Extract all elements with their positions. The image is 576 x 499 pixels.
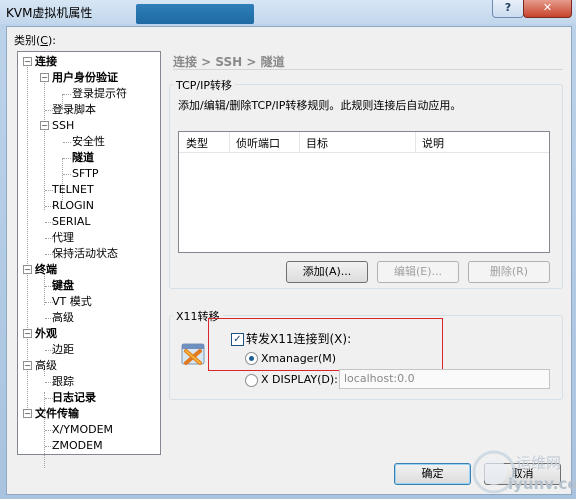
tree-item-xymodem[interactable]: X/YMODEM bbox=[52, 423, 113, 437]
column-separator bbox=[415, 132, 416, 152]
forward-rules-list[interactable]: 类型 侦听端口 目标 说明 bbox=[178, 131, 550, 253]
tree-item-file-transfer[interactable]: 文件传输 bbox=[35, 407, 79, 421]
collapse-icon[interactable]: − bbox=[23, 329, 32, 338]
watermark-text-url: iyunv.com bbox=[508, 475, 576, 493]
tree-item-login-script[interactable]: 登录脚本 bbox=[52, 103, 96, 117]
edit-button[interactable]: 编辑(E)... bbox=[377, 261, 459, 283]
column-listen-port[interactable]: 侦听端口 bbox=[236, 135, 280, 151]
tree-item-keepalive[interactable]: 保持活动状态 bbox=[52, 247, 118, 261]
xmanager-radio[interactable] bbox=[245, 352, 258, 365]
collapse-icon[interactable]: − bbox=[23, 409, 32, 418]
xmanager-icon bbox=[181, 343, 205, 365]
tree-item-connection[interactable]: 连接 bbox=[35, 55, 57, 69]
breadcrumb: 连接 > SSH > 隧道 bbox=[173, 55, 285, 69]
xdisplay-radio[interactable] bbox=[245, 374, 258, 387]
site-watermark: 运维网 iyunv.com bbox=[472, 450, 576, 494]
category-label: 类别(C): bbox=[14, 34, 56, 47]
tree-guide-line bbox=[63, 158, 71, 159]
ok-button[interactable]: 确定 bbox=[394, 463, 471, 485]
tree-item-rlogin[interactable]: RLOGIN bbox=[52, 199, 94, 213]
column-description[interactable]: 说明 bbox=[422, 135, 444, 151]
tree-item-serial[interactable]: SERIAL bbox=[52, 215, 90, 229]
column-target[interactable]: 目标 bbox=[306, 135, 328, 151]
forward-x11-label[interactable]: 转发X11连接到(X): bbox=[246, 332, 351, 346]
category-tree[interactable]: − 连接 − 用户身份验证 登录提示符 登录脚本 − SSH 安全性 隧道 SF… bbox=[17, 51, 161, 468]
tree-guide-line bbox=[63, 142, 71, 143]
tree-item-terminal-advanced[interactable]: 高级 bbox=[52, 311, 74, 325]
collapse-icon[interactable]: − bbox=[23, 361, 32, 370]
tree-item-tunnel[interactable]: 隧道 bbox=[72, 151, 94, 165]
watermark-text-cn: 运维网 bbox=[516, 454, 561, 472]
tree-item-appearance[interactable]: 外观 bbox=[35, 327, 57, 341]
column-type[interactable]: 类型 bbox=[186, 135, 208, 151]
blurred-taskbar-region bbox=[136, 4, 254, 24]
tree-item-ssh[interactable]: SSH bbox=[52, 119, 74, 133]
tree-item-auth[interactable]: 用户身份验证 bbox=[52, 71, 118, 85]
tree-item-trace[interactable]: 跟踪 bbox=[52, 375, 74, 389]
radio-selected-dot bbox=[249, 356, 254, 361]
xmanager-label[interactable]: Xmanager(M) bbox=[261, 352, 336, 366]
tree-item-telnet[interactable]: TELNET bbox=[52, 183, 94, 197]
column-separator bbox=[299, 132, 300, 152]
list-header: 类型 侦听端口 目标 说明 bbox=[179, 132, 549, 153]
breadcrumb-divider bbox=[173, 69, 563, 70]
tree-guide-line bbox=[63, 174, 71, 175]
tree-item-proxy[interactable]: 代理 bbox=[52, 231, 74, 245]
tree-item-security[interactable]: 安全性 bbox=[72, 135, 105, 149]
display-input[interactable]: localhost:0.0 bbox=[339, 369, 550, 389]
tree-item-margin[interactable]: 边距 bbox=[52, 343, 74, 357]
window-title: KVM虚拟机属性 bbox=[6, 6, 93, 20]
xdisplay-label[interactable]: X DISPLAY(D): bbox=[261, 373, 338, 387]
tree-item-sftp[interactable]: SFTP bbox=[72, 167, 98, 181]
tree-item-zmodem[interactable]: ZMODEM bbox=[52, 439, 103, 453]
add-button[interactable]: 添加(A)... bbox=[286, 261, 368, 283]
tcp-group-description: 添加/编辑/删除TCP/IP转移规则。此规则连接后自动应用。 bbox=[178, 99, 462, 112]
close-button[interactable]: ✕ bbox=[523, 0, 572, 18]
tree-item-logging[interactable]: 日志记录 bbox=[52, 391, 96, 405]
collapse-icon[interactable]: − bbox=[40, 121, 49, 130]
tree-item-terminal[interactable]: 终端 bbox=[35, 263, 57, 277]
dialog-client-area: 类别(C): − 连接 − 用户身份验证 登录提示符 登录脚本 − SSH 安全… bbox=[6, 26, 572, 495]
tree-item-advanced[interactable]: 高级 bbox=[35, 359, 57, 373]
title-bar: KVM虚拟机属性 ? ✕ bbox=[0, 0, 576, 24]
help-button[interactable]: ? bbox=[492, 0, 524, 18]
tree-item-login-prompt[interactable]: 登录提示符 bbox=[72, 87, 127, 101]
collapse-icon[interactable]: − bbox=[40, 73, 49, 82]
tcp-group-title: TCP/IP转移 bbox=[173, 77, 235, 93]
column-separator bbox=[229, 132, 230, 152]
collapse-icon[interactable]: − bbox=[23, 265, 32, 274]
tree-item-keyboard[interactable]: 键盘 bbox=[52, 279, 74, 293]
collapse-icon[interactable]: − bbox=[23, 57, 32, 66]
tree-guide-line bbox=[63, 94, 71, 95]
delete-button[interactable]: 删除(R) bbox=[468, 261, 550, 283]
forward-x11-checkbox[interactable]: ✓ bbox=[231, 333, 244, 346]
tree-guide-line bbox=[27, 62, 28, 412]
tree-guide-line bbox=[44, 273, 45, 305]
tree-item-vt-mode[interactable]: VT 模式 bbox=[52, 295, 92, 309]
